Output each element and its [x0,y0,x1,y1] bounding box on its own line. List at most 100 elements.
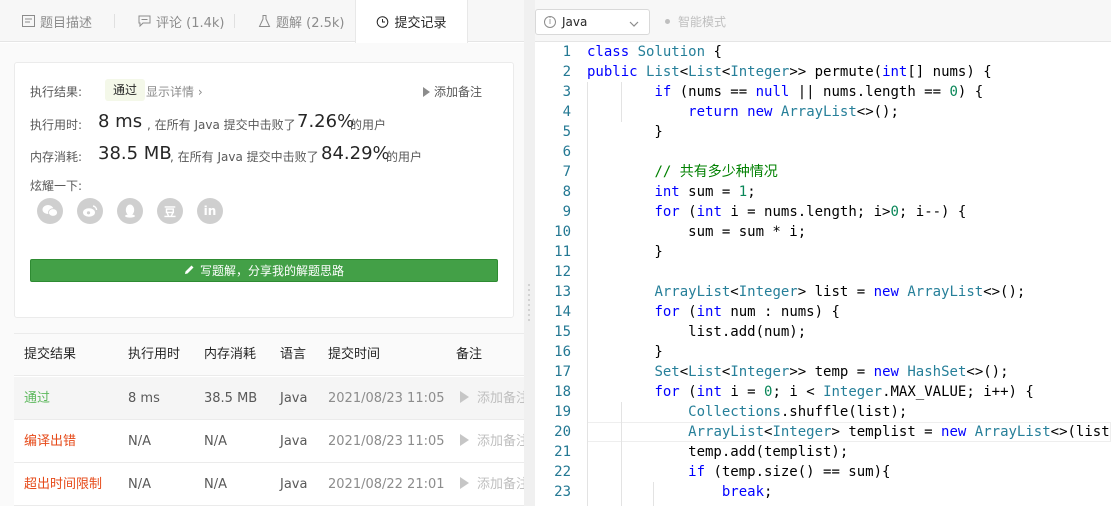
line-number: 2 [562,64,571,80]
memory-beat-text: , 在所有 Java 提交中击败了 [170,150,319,164]
tab-comments[interactable]: 评论 (1.4k) [138,0,224,42]
grip-dot [528,314,530,316]
tab-submissions-label: 提交记录 [394,16,447,31]
tab-divider [234,14,235,28]
line-number: 16 [554,344,571,360]
show-detail-link[interactable]: 显示详情 › [146,83,203,100]
code-line: } [587,344,663,360]
line-number: 23 [554,484,571,500]
code-line: temp.add(templist); [587,444,849,460]
share-label: 炫耀一下: [30,179,83,193]
left-panel: 题目描述 评论 (1.4k) 题解 (2.5k) 提交记录 执行结果: 通过 显… [0,0,524,506]
row-memory: N/A [204,434,227,449]
code-line: // 共有多少种情况 [654,164,778,180]
line-number: 14 [554,304,571,320]
code-area[interactable]: 1 2 3 4 5 6 7 8 9 10 11 12 13 14 15 16 1… [535,42,1111,506]
grip-dot [528,309,530,311]
grip-dot [528,299,530,301]
code-line: Collections.shuffle(list); [688,404,908,420]
add-note-label: 添加备注 [434,85,483,99]
line-number: 5 [562,124,571,140]
row-add-note[interactable]: 添加备注 [460,463,524,506]
table-row[interactable]: 超出时间限制 N/A N/A Java 2021/08/22 21:01 添加备… [14,463,524,506]
code-editor-panel: i Java 智能模式 1 2 3 4 5 6 7 8 9 10 11 12 1… [535,0,1111,506]
row-time: N/A [128,477,151,492]
row-time: 8 ms [128,391,160,406]
row-status[interactable]: 通过 [24,377,50,420]
tab-submissions[interactable]: 提交记录 [355,0,468,43]
row-time: N/A [128,434,151,449]
editor-toolbar: i Java 智能模式 [535,0,1111,42]
row-submitted: 2021/08/23 11:05 [328,434,445,449]
write-solution-label: 写题解，分享我的解题思路 [199,264,344,278]
wechat-icon[interactable] [37,198,63,224]
memory-label: 内存消耗: [30,150,83,164]
memory-percent: 84.29% [321,143,390,164]
row-status[interactable]: 超出时间限制 [24,463,102,506]
time-beat-text: , 在所有 Java 提交中击败了 [147,118,296,132]
time-label: 执行用时: [30,118,83,132]
tab-solutions[interactable]: 题解 (2.5k) [258,0,344,42]
smart-mode-toggle[interactable]: 智能模式 [665,13,726,30]
write-solution-button[interactable]: 写题解，分享我的解题思路 [30,259,498,282]
code-line: Set<List<Integer>> temp = new HashSet<>(… [654,364,1009,380]
submission-table: 提交结果 执行用时 内存消耗 语言 提交时间 备注 通过 8 ms 38.5 M… [14,333,524,506]
code-line: class Solution { [587,44,722,60]
code-line: sum = sum * i; [587,224,807,240]
flag-icon [423,87,430,97]
comment-icon [138,15,151,28]
tab-description[interactable]: 题目描述 [22,0,92,42]
weibo-icon[interactable] [77,198,103,224]
header-result: 提交结果 [24,347,77,362]
row-status[interactable]: 编译出错 [24,420,76,463]
time-value: 8 ms [98,111,143,132]
header-memory: 内存消耗 [204,347,257,362]
code-line: for (int i = 0; i < Integer.MAX_VALUE; i… [654,384,1034,400]
row-memory: 38.5 MB [204,391,258,406]
row-add-note[interactable]: 添加备注 [460,420,524,463]
line-number: 8 [562,184,571,200]
row-language: Java [280,391,308,406]
language-select[interactable]: i Java [535,9,650,35]
grip-dot [528,294,530,296]
line-number: 11 [554,244,571,260]
tab-comments-label: 评论 (1.4k) [156,15,225,31]
code-line: list.add(num); [587,324,807,340]
tab-bar: 题目描述 评论 (1.4k) 题解 (2.5k) 提交记录 [0,0,524,43]
tab-description-label: 题目描述 [40,15,93,31]
add-note-link[interactable]: 添加备注 [423,83,482,100]
result-card: 执行结果: 通过 显示详情 › 添加备注 执行用时: 8 ms , 在所有 Ja… [14,62,514,318]
line-number: 13 [554,284,571,300]
info-icon: i [544,16,556,28]
flag-icon [460,477,469,489]
panel-resize-handle[interactable] [524,0,535,506]
row-memory: N/A [204,477,227,492]
header-note: 备注 [456,347,483,362]
chevron-down-icon [629,17,639,31]
row-add-note[interactable]: 添加备注 [460,377,524,420]
douban-icon[interactable]: 豆 [157,198,183,224]
memory-users-suffix: 的用户 [386,150,423,164]
description-icon [22,15,35,27]
line-number: 6 [562,144,571,160]
row-add-note-label: 添加备注 [477,391,524,406]
dot-icon [665,19,670,24]
grip-dot [528,304,530,306]
clock-icon [376,15,389,28]
row-add-note-label: 添加备注 [477,434,524,449]
tab-divider [114,14,115,28]
table-row[interactable]: 通过 8 ms 38.5 MB Java 2021/08/23 11:05 添加… [14,377,524,420]
line-number: 7 [562,164,571,180]
code-line: } [587,244,663,260]
header-time: 执行用时 [128,347,181,362]
flag-icon [460,391,469,403]
line-number: 1 [562,44,571,60]
code-line: ArrayList<Integer> templist = new ArrayL… [688,424,1111,440]
code-line: if (nums == null || nums.length == 0) { [654,84,984,100]
table-row[interactable]: 编译出错 N/A N/A Java 2021/08/23 11:05 添加备注 [14,420,524,463]
qq-icon[interactable] [117,198,143,224]
linkedin-icon[interactable]: in [197,198,223,224]
memory-value: 38.5 MB [98,143,172,164]
pencil-icon [184,264,195,278]
line-number: 17 [554,364,571,380]
